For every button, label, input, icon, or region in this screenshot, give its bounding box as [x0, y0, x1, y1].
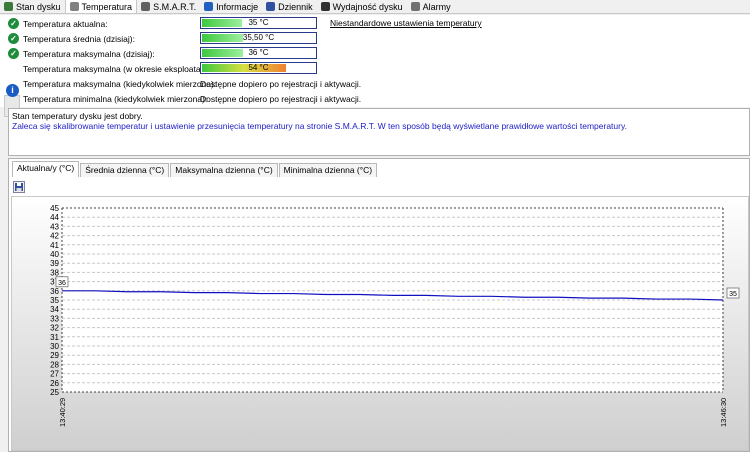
extra-temperature-label: Temperatura minimalna (kiedykolwiek mier…	[23, 94, 208, 104]
y-tick-label: 29	[50, 351, 59, 360]
y-tick-label: 27	[50, 370, 59, 379]
extra-temperature-value: Dostępne dopiero po rejestracji i aktywa…	[200, 94, 362, 104]
y-tick-label: 32	[50, 324, 59, 333]
y-tick-label: 30	[50, 342, 59, 351]
tab-label: Dziennik	[278, 1, 313, 12]
y-tick-label: 45	[50, 204, 59, 213]
check-icon: ✓	[8, 33, 19, 44]
y-tick-label: 39	[50, 259, 59, 268]
status-recommendation: Zaleca się skalibrowanie temperatur i us…	[12, 121, 627, 131]
temperature-chart: 25 26 27 28 29 30 31 32 33 34 35 36 37 38 39 40 41 42 43 44…	[11, 196, 749, 451]
y-tick-label: 42	[50, 232, 59, 241]
svg-text:36: 36	[58, 280, 66, 287]
temperature-bar: 36 °C	[200, 47, 317, 59]
tab-label: Wydajność dysku	[332, 1, 403, 12]
temperature-label: Temperatura aktualna:	[23, 19, 108, 29]
tab-log[interactable]: Dziennik	[262, 0, 317, 13]
chart-panel: Aktualna/y (°C) Średnia dzienna (°C) Maksy…	[8, 158, 750, 452]
chart-svg: 2526272829303132333435363738394041424344…	[50, 204, 740, 427]
extra-temperature-label: Temperatura maksymalna (kiedykolwiek mie…	[23, 79, 217, 89]
chart-tab-2[interactable]: Maksymalna dzienna (°C)	[170, 163, 278, 177]
temperature-status-box: Stan temperatury dysku jest dobry. Zalec…	[8, 108, 750, 156]
gear-icon	[4, 2, 13, 11]
chart-tab-3[interactable]: Minimalna dzienna (°C)	[278, 163, 378, 177]
info-icon	[204, 2, 214, 11]
end-value-label: 35	[726, 287, 740, 299]
tab-label: Temperatura	[81, 1, 133, 12]
temperature-value: 35,50 °C	[242, 33, 275, 42]
temperature-bar: 35,50 °C	[200, 32, 317, 44]
y-tick-label: 28	[50, 360, 59, 369]
chart-tab-1[interactable]: Średnia dzienna (°C)	[80, 163, 170, 177]
tab-label: Informacje	[216, 1, 259, 12]
y-tick-label: 40	[50, 250, 59, 259]
temperature-bar: 54 °C	[200, 62, 317, 74]
x-tick-label: 13:46:30	[719, 398, 728, 427]
tab-performance[interactable]: Wydajność dysku	[317, 0, 407, 13]
tab-thermometer[interactable]: Temperatura	[64, 0, 138, 13]
y-tick-label: 33	[50, 314, 59, 323]
custom-temperature-settings-link[interactable]: Niestandardowe ustawienia temperatury	[330, 18, 482, 28]
check-icon: ✓	[8, 48, 19, 59]
info-icon[interactable]: i	[6, 84, 19, 97]
y-tick-label: 44	[50, 213, 59, 222]
y-tick-label: 26	[50, 379, 59, 388]
status-line: Stan temperatury dysku jest dobry.	[12, 111, 143, 121]
temperature-label: Temperatura maksymalna (dzisiaj):	[23, 49, 155, 59]
check-icon: ✓	[8, 18, 19, 29]
alarm-icon	[410, 2, 420, 11]
y-tick-label: 34	[50, 305, 59, 314]
chart-tab-0[interactable]: Aktualna/y (°C)	[12, 161, 80, 177]
tab-label: S.M.A.R.T.	[153, 1, 197, 12]
y-tick-label: 25	[50, 388, 59, 397]
smart-icon	[141, 2, 151, 11]
temperature-bar: 35 °C	[200, 17, 317, 29]
temperature-panel: Niestandardowe ustawienia temperatury ✓ T…	[0, 15, 750, 117]
temperature-value: 54 °C	[248, 63, 269, 72]
svg-text:35: 35	[729, 291, 737, 298]
tab-label: Stan dysku	[16, 1, 61, 12]
start-value-label: 36	[55, 276, 69, 288]
tab-smart[interactable]: S.M.A.R.T.	[137, 0, 200, 13]
y-tick-label: 36	[50, 287, 59, 296]
tab-alarm[interactable]: Alarmy	[407, 0, 455, 13]
log-icon	[266, 2, 276, 11]
y-tick-label: 38	[50, 268, 59, 277]
tab-label: Alarmy	[422, 1, 451, 12]
tab-gear[interactable]: Stan dysku	[0, 0, 65, 13]
y-tick-label: 41	[50, 241, 59, 250]
thermometer-icon	[69, 2, 79, 11]
main-tabbar: Stan dysku Temperatura S.M.A.R.T. Informacj…	[0, 0, 750, 14]
x-tick-label: 13:40:29	[58, 398, 67, 427]
chart-tabs: Aktualna/y (°C) Średnia dzienna (°C) Maksy…	[12, 161, 378, 177]
temperature-value: 35 °C	[248, 18, 269, 27]
y-tick-label: 35	[50, 296, 59, 305]
y-tick-label: 31	[50, 333, 59, 342]
extra-temperature-value: Dostępne dopiero po rejestracji i aktywa…	[200, 79, 362, 89]
y-tick-label: 43	[50, 222, 59, 231]
temperature-value: 36 °C	[248, 48, 269, 57]
temperature-label: Temperatura średnia (dzisiaj):	[23, 34, 135, 44]
temperature-label: Temperatura maksymalna (w okresie eksplo…	[23, 64, 214, 74]
save-icon[interactable]	[13, 181, 25, 193]
tab-info[interactable]: Informacje	[200, 0, 262, 13]
performance-icon	[320, 2, 330, 11]
